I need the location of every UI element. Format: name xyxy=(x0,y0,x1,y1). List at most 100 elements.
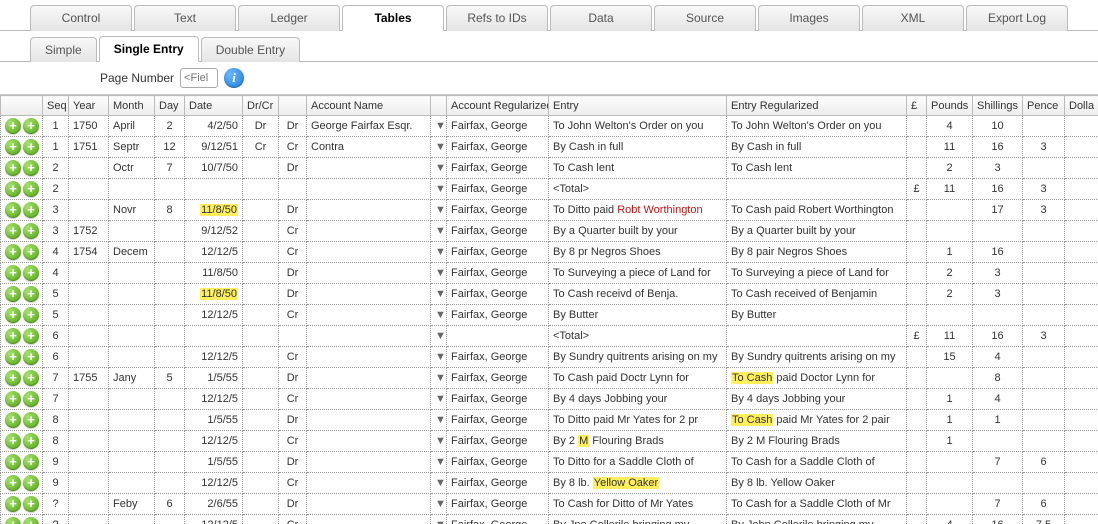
cell-drcr-norm[interactable]: Cr xyxy=(279,515,307,524)
cell-month[interactable] xyxy=(109,473,155,494)
dropdown-icon[interactable]: ▼ xyxy=(431,284,447,305)
cell-account-name[interactable] xyxy=(307,494,431,515)
col-header[interactable]: Seq xyxy=(43,96,69,116)
cell-seq[interactable]: 8 xyxy=(43,431,69,452)
cell-month[interactable] xyxy=(109,263,155,284)
col-header[interactable]: £ xyxy=(907,96,927,116)
cell-day[interactable] xyxy=(155,347,185,368)
cell-month[interactable]: Novr xyxy=(109,200,155,221)
cell-entry[interactable]: To John Welton's Order on you xyxy=(549,116,727,137)
add-row-icon[interactable] xyxy=(5,307,21,323)
cell-drcr[interactable]: Cr xyxy=(243,137,279,158)
cell-date[interactable]: 4/2/50 xyxy=(185,116,243,137)
cell-dollars[interactable] xyxy=(1065,305,1098,326)
cell-date[interactable]: 1/5/55 xyxy=(185,452,243,473)
cell-day[interactable] xyxy=(155,473,185,494)
add-row-icon[interactable] xyxy=(23,265,39,281)
cell-pounds[interactable] xyxy=(927,200,973,221)
cell-pence[interactable] xyxy=(1023,158,1065,179)
cell-date[interactable]: 11/8/50 xyxy=(185,200,243,221)
table-row[interactable]: 317529/12/52Cr▼Fairfax, GeorgeBy a Quart… xyxy=(1,221,1098,242)
cell-account-name[interactable] xyxy=(307,158,431,179)
cell-entry-reg[interactable]: By Sundry quitrents arising on my xyxy=(727,347,907,368)
cell-account-reg[interactable]: Fairfax, George xyxy=(447,179,549,200)
add-row-icon[interactable] xyxy=(5,349,21,365)
add-row-icon[interactable] xyxy=(5,433,21,449)
cell-entry-reg[interactable]: By 2 M Flouring Brads xyxy=(727,431,907,452)
cell-seq[interactable]: ? xyxy=(43,515,69,524)
sub-tab-simple[interactable]: Simple xyxy=(30,37,97,62)
add-row-icon[interactable] xyxy=(23,118,39,134)
table-row[interactable]: 812/12/5Cr▼Fairfax, GeorgeBy 2 M Flourin… xyxy=(1,431,1098,452)
dropdown-icon[interactable]: ▼ xyxy=(431,389,447,410)
cell-pence[interactable] xyxy=(1023,221,1065,242)
cell-seq[interactable]: 4 xyxy=(43,263,69,284)
cell-account-reg[interactable]: Fairfax, George xyxy=(447,368,549,389)
cell-pounds[interactable]: 2 xyxy=(927,284,973,305)
cell-drcr[interactable]: Dr xyxy=(243,116,279,137)
dropdown-icon[interactable]: ▼ xyxy=(431,158,447,179)
add-row-icon[interactable] xyxy=(23,496,39,512)
add-row-icon[interactable] xyxy=(23,160,39,176)
cell-year[interactable] xyxy=(69,200,109,221)
cell-account-name[interactable] xyxy=(307,473,431,494)
cell-dollars[interactable] xyxy=(1065,137,1098,158)
add-row-icon[interactable] xyxy=(23,307,39,323)
cell-account-name[interactable] xyxy=(307,368,431,389)
cell-day[interactable] xyxy=(155,410,185,431)
cell-shillings[interactable]: 3 xyxy=(973,284,1023,305)
add-row-icon[interactable] xyxy=(23,286,39,302)
cell-day[interactable]: 7 xyxy=(155,158,185,179)
cell-pence[interactable] xyxy=(1023,473,1065,494)
cell-pence[interactable] xyxy=(1023,284,1065,305)
add-row-icon[interactable] xyxy=(5,160,21,176)
cell-account-name[interactable] xyxy=(307,431,431,452)
add-row-icon[interactable] xyxy=(23,349,39,365)
add-row-icon[interactable] xyxy=(23,328,39,344)
cell-pence[interactable] xyxy=(1023,116,1065,137)
cell-drcr[interactable] xyxy=(243,200,279,221)
cell-pounds[interactable]: 1 xyxy=(927,389,973,410)
cell-drcr[interactable] xyxy=(243,284,279,305)
table-row[interactable]: 612/12/5Cr▼Fairfax, GeorgeBy Sundry quit… xyxy=(1,347,1098,368)
cell-pence[interactable] xyxy=(1023,347,1065,368)
cell-entry-reg[interactable]: By 8 pair Negros Shoes xyxy=(727,242,907,263)
cell-seq[interactable]: 5 xyxy=(43,305,69,326)
cell-account-name[interactable] xyxy=(307,242,431,263)
cell-entry[interactable]: By Sundry quitrents arising on my xyxy=(549,347,727,368)
cell-account-reg[interactable]: Fairfax, George xyxy=(447,305,549,326)
table-row[interactable]: 2▼Fairfax, George<Total>£11163 xyxy=(1,179,1098,200)
cell-account-reg[interactable] xyxy=(447,326,549,347)
add-row-icon[interactable] xyxy=(23,244,39,260)
cell-account-reg[interactable]: Fairfax, George xyxy=(447,242,549,263)
cell-dollars[interactable] xyxy=(1065,410,1098,431)
cell-entry[interactable]: By a Quarter built by your xyxy=(549,221,727,242)
cell-shillings[interactable]: 16 xyxy=(973,179,1023,200)
cell-day[interactable] xyxy=(155,242,185,263)
cell-date[interactable] xyxy=(185,179,243,200)
cell-entry-reg[interactable]: To Surveying a piece of Land for xyxy=(727,263,907,284)
cell-day[interactable] xyxy=(155,305,185,326)
cell-year[interactable] xyxy=(69,284,109,305)
cell-pounds[interactable]: 2 xyxy=(927,158,973,179)
add-row-icon[interactable] xyxy=(5,412,21,428)
cell-entry[interactable]: By 2 M Flouring Brads xyxy=(549,431,727,452)
add-row-icon[interactable] xyxy=(5,475,21,491)
cell-pound-sym[interactable] xyxy=(907,137,927,158)
cell-drcr-norm[interactable]: Cr xyxy=(279,473,307,494)
cell-pence[interactable]: 6 xyxy=(1023,494,1065,515)
dropdown-icon[interactable]: ▼ xyxy=(431,473,447,494)
cell-drcr-norm[interactable]: Dr xyxy=(279,116,307,137)
cell-pound-sym[interactable] xyxy=(907,431,927,452)
cell-drcr[interactable] xyxy=(243,368,279,389)
cell-year[interactable] xyxy=(69,326,109,347)
cell-entry-reg[interactable] xyxy=(727,179,907,200)
cell-entry-reg[interactable]: By 8 lb. Yellow Oaker xyxy=(727,473,907,494)
cell-account-reg[interactable]: Fairfax, George xyxy=(447,347,549,368)
dropdown-icon[interactable]: ▼ xyxy=(431,452,447,473)
cell-year[interactable] xyxy=(69,515,109,524)
cell-pound-sym[interactable] xyxy=(907,263,927,284)
cell-date[interactable]: 12/12/5 xyxy=(185,389,243,410)
table-row[interactable]: 81/5/55Dr▼Fairfax, GeorgeTo Ditto paid M… xyxy=(1,410,1098,431)
cell-day[interactable] xyxy=(155,179,185,200)
